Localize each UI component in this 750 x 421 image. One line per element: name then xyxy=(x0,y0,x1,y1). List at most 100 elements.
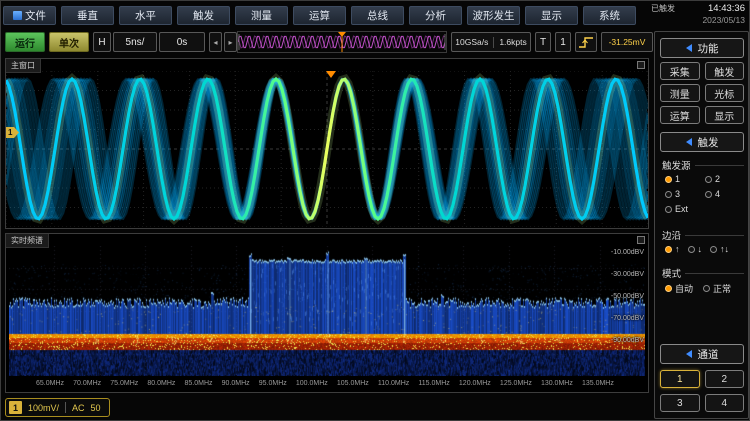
channel-button-3[interactable]: 3 xyxy=(660,394,700,412)
toolbar: 运行 单次 H 5ns/ 0s ◂ ▸ 10GSa/s 1.6kpts T 1 … xyxy=(1,29,653,55)
mode-option-normal[interactable]: 正常 xyxy=(703,282,731,295)
timebase-select[interactable]: 5ns/ xyxy=(113,32,157,52)
trigger-section-button[interactable]: 触发 xyxy=(660,132,744,152)
option-label: 2 xyxy=(715,174,720,184)
freq-axis-label: 85.0MHz xyxy=(185,380,213,387)
run-button[interactable]: 运行 xyxy=(5,32,45,52)
mode-option-auto[interactable]: 自动 xyxy=(665,282,693,295)
trigger-level-readout: -31.25mV xyxy=(601,32,653,52)
horizontal-button[interactable]: H xyxy=(93,32,111,52)
menu-item-analysis[interactable]: 分析 xyxy=(409,6,462,25)
trigger-source-option-4[interactable]: 4 xyxy=(705,189,743,199)
menu-item-label: 水平 xyxy=(135,8,156,23)
mode-options: 自动 正常 xyxy=(665,282,747,295)
option-label: 正常 xyxy=(713,282,731,295)
spectrum-display xyxy=(9,246,645,376)
single-button[interactable]: 单次 xyxy=(49,32,89,52)
main-window-tab[interactable]: 主窗口 xyxy=(6,59,41,73)
menu-item-vertical[interactable]: 垂直 xyxy=(61,6,114,25)
edge-option-falling[interactable]: ↓ xyxy=(688,244,703,254)
channel-section-button[interactable]: 通道 xyxy=(660,344,744,364)
trigger-source-option-3[interactable]: 3 xyxy=(665,189,703,199)
option-label: 4 xyxy=(715,189,720,199)
db-axis-label: -30.00dBV xyxy=(611,270,644,279)
section-arrow-icon xyxy=(686,350,692,358)
radio-icon xyxy=(705,191,712,198)
edge-option-rising[interactable]: ↑ xyxy=(665,244,680,254)
window-controls xyxy=(637,61,645,69)
right-control-panel: 功能 采集触发测量光标运算显示 触发 触发源 1234Ext 边沿 ↑↓↑↓ 模… xyxy=(654,31,749,419)
pan-left-button[interactable]: ◂ xyxy=(209,32,222,52)
panel-button-display[interactable]: 显示 xyxy=(705,106,745,124)
radio-icon xyxy=(703,285,710,292)
menu-item-bus[interactable]: 总线 xyxy=(351,6,404,25)
option-label: ↑↓ xyxy=(720,244,729,254)
radio-icon xyxy=(705,176,712,183)
status-clock: 已触发 14:43:36 2023/05/13 xyxy=(651,3,745,25)
panel-button-cursor[interactable]: 光标 xyxy=(705,84,745,102)
option-label: ↓ xyxy=(698,244,703,254)
file-icon xyxy=(13,11,22,20)
pan-right-button[interactable]: ▸ xyxy=(224,32,237,52)
menu-item-display[interactable]: 显示 xyxy=(525,6,578,25)
option-label: 3 xyxy=(675,189,680,199)
menu-item-file[interactable]: 文件 xyxy=(3,6,56,25)
freq-axis-label: 90.0MHz xyxy=(222,380,250,387)
trigger-source-indicator[interactable]: 1 xyxy=(555,32,571,52)
panel-button-trigger[interactable]: 触发 xyxy=(705,62,745,80)
amplitude-axis: -10.00dBV-30.00dBV-50.00dBV-70.00dBV-90.… xyxy=(611,248,644,345)
clock-date: 2023/05/13 xyxy=(651,15,745,25)
menu-item-math[interactable]: 运算 xyxy=(293,6,346,25)
waveform-overview-strip[interactable] xyxy=(237,31,447,53)
panel-button-math[interactable]: 运算 xyxy=(660,106,700,124)
channel-button-2[interactable]: 2 xyxy=(705,370,745,388)
window-expand-icon[interactable] xyxy=(637,236,645,244)
panel-button-acquire[interactable]: 采集 xyxy=(660,62,700,80)
panel-button-measure[interactable]: 测量 xyxy=(660,84,700,102)
menu-item-label: 运算 xyxy=(309,8,330,23)
menu-item-label: 系统 xyxy=(599,8,620,23)
horizontal-offset-field[interactable]: 0s xyxy=(159,32,205,52)
function-button-grid: 采集触发测量光标运算显示 xyxy=(660,62,744,124)
menu-item-label: 分析 xyxy=(425,8,446,23)
db-axis-label: -90.00dBV xyxy=(611,336,644,345)
waveform-display xyxy=(6,71,648,227)
freq-axis-label: 125.0MHz xyxy=(500,380,532,387)
freq-axis-label: 115.0MHz xyxy=(418,380,449,387)
window-expand-icon[interactable] xyxy=(637,61,645,69)
trigger-source-option-2[interactable]: 2 xyxy=(705,174,743,184)
channel-coupling: AC xyxy=(72,403,85,413)
function-section-button[interactable]: 功能 xyxy=(660,38,744,58)
menu-item-system[interactable]: 系统 xyxy=(583,6,636,25)
edge-label: 边沿 xyxy=(662,228,744,242)
trigger-source-options: 1 2 3 4 Ext xyxy=(665,174,743,214)
menu-item-trigger[interactable]: 触发 xyxy=(177,6,230,25)
memory-depth: 1.6kpts xyxy=(499,37,526,47)
channel-impedance: 50 xyxy=(91,403,101,413)
menu-item-wavegen[interactable]: 波形发生 xyxy=(467,6,520,25)
trigger-menu-button[interactable]: T xyxy=(535,32,551,52)
channel-marker-label: 1 xyxy=(8,128,12,137)
edge-options: ↑↓↑↓ xyxy=(665,244,747,254)
freq-axis-label: 95.0MHz xyxy=(259,380,287,387)
radio-icon xyxy=(665,285,672,292)
trigger-position-marker[interactable] xyxy=(326,71,336,78)
menu-bar: 文件垂直 水平 触发测量 运算 总线 分析 波形发生显示 系统 xyxy=(3,3,636,27)
menu-item-measure[interactable]: 测量 xyxy=(235,6,288,25)
menu-item-horizontal[interactable]: 水平 xyxy=(119,6,172,25)
channel-button-1[interactable]: 1 xyxy=(660,370,700,388)
spectrum-window-tab[interactable]: 实时频谱 xyxy=(6,234,49,248)
freq-axis-label: 105.0MHz xyxy=(337,380,369,387)
acquisition-info: 10GSa/s 1.6kpts xyxy=(451,32,531,52)
channel1-status-bar[interactable]: 1 100mV/ AC 50 xyxy=(5,398,110,417)
trigger-source-option-1[interactable]: 1 xyxy=(665,174,703,184)
section-arrow-icon xyxy=(686,138,692,146)
trigger-source-option-ext[interactable]: Ext xyxy=(665,204,703,214)
menu-item-label: 波形发生 xyxy=(473,8,515,23)
freq-axis-label: 80.0MHz xyxy=(147,380,175,387)
edge-option-either[interactable]: ↑↓ xyxy=(710,244,729,254)
channel-button-4[interactable]: 4 xyxy=(705,394,745,412)
trigger-slope-icon[interactable] xyxy=(575,32,597,52)
option-label: 自动 xyxy=(675,282,693,295)
option-label: Ext xyxy=(675,204,688,214)
